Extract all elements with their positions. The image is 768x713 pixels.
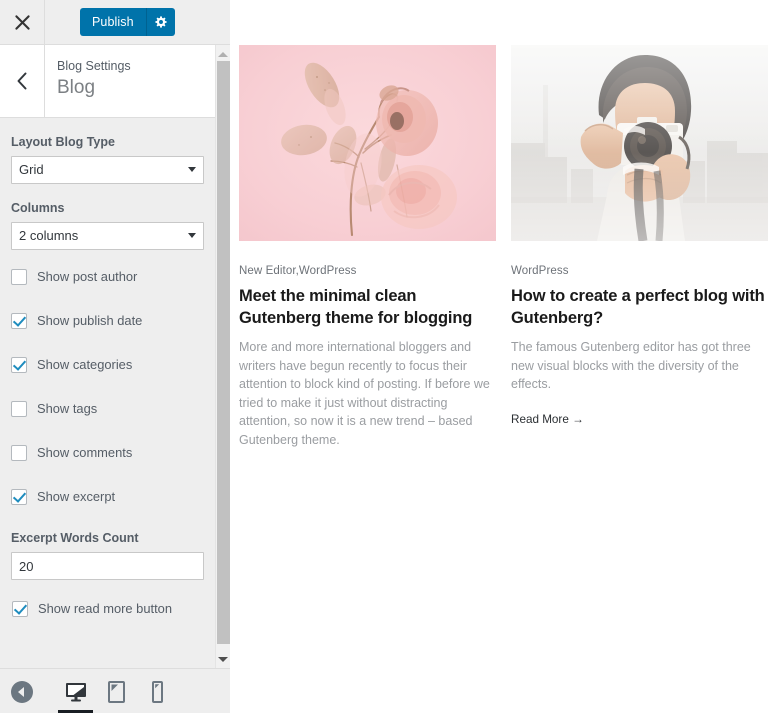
checkbox-label: Show excerpt	[37, 489, 116, 504]
checkbox-show-excerpt[interactable]	[11, 489, 27, 505]
gear-icon[interactable]	[145, 8, 175, 36]
excerpt-words-count-label: Excerpt Words Count	[11, 531, 139, 545]
checkbox-show-comments[interactable]	[11, 445, 27, 461]
post-title[interactable]: How to create a perfect blog with Gutenb…	[511, 286, 768, 329]
customizer-sidebar: Publish Blog Settings Blog Layout Blog T…	[0, 0, 230, 713]
tablet-icon	[108, 680, 125, 703]
publish-button[interactable]: Publish	[80, 8, 146, 36]
checkbox-label: Show tags	[37, 401, 98, 416]
device-button-tablet[interactable]	[96, 669, 137, 713]
blog-post-card[interactable]: WordPress How to create a perfect blog w…	[511, 45, 768, 449]
read-more-link[interactable]: Read More →	[511, 413, 584, 426]
publish-button-group: Publish	[80, 8, 175, 36]
checkbox-show-categories[interactable]	[11, 357, 27, 373]
page-title: Blog	[57, 77, 96, 98]
blog-post-card[interactable]: New Editor,WordPress Meet the minimal cl…	[239, 45, 496, 449]
checkbox-label: Show post author	[37, 269, 138, 284]
layout-blog-type-select[interactable]: GridListMasonry	[11, 156, 204, 184]
checkbox-show-read-more-button[interactable]	[12, 601, 28, 617]
scroll-up-arrow-icon[interactable]	[216, 47, 230, 61]
device-button-desktop[interactable]	[55, 669, 96, 713]
checkbox-list: Show post author Show publish date Show ca…	[11, 266, 204, 508]
checkbox-show-post-author[interactable]	[11, 269, 27, 285]
post-thumbnail-photographer[interactable]	[511, 45, 768, 241]
columns-label: Columns	[11, 201, 65, 215]
post-categories[interactable]: WordPress	[511, 264, 768, 279]
mobile-icon	[152, 680, 163, 703]
breadcrumb: Blog Settings	[57, 59, 131, 73]
columns-control: 1 column2 columns3 columns4 columns	[11, 222, 204, 250]
scroll-down-arrow-icon[interactable]	[216, 652, 230, 666]
layout-blog-type-label: Layout Blog Type	[11, 135, 115, 149]
desktop-icon	[65, 682, 86, 701]
close-icon[interactable]	[0, 0, 45, 44]
post-thumbnail-dried-rose[interactable]	[239, 45, 496, 241]
sidebar-scrollbar[interactable]	[215, 45, 230, 668]
panel-header: Blog Settings Blog	[0, 45, 215, 118]
collapse-arrow-icon[interactable]	[11, 681, 33, 703]
checkbox-show-tags[interactable]	[11, 401, 27, 417]
blog-post-grid: New Editor,WordPress Meet the minimal cl…	[239, 45, 768, 449]
scrollbar-thumb[interactable]	[217, 61, 230, 644]
layout-blog-type-control: GridListMasonry	[11, 156, 204, 184]
post-excerpt: More and more international bloggers and…	[239, 340, 490, 447]
site-preview-frame: New Editor,WordPress Meet the minimal cl…	[230, 0, 768, 713]
checkbox-row-show-comments[interactable]: Show comments	[11, 442, 204, 464]
device-preview-buttons	[55, 669, 178, 713]
columns-select[interactable]: 1 column2 columns3 columns4 columns	[11, 222, 204, 250]
checkbox-row-show-read-more-button[interactable]: Show read more button	[12, 598, 204, 620]
customizer-footer	[0, 668, 230, 713]
excerpt-words-count-input[interactable]	[11, 552, 204, 580]
checkbox-row-show-tags[interactable]: Show tags	[11, 398, 204, 420]
checkbox-row-show-post-author[interactable]: Show post author	[11, 266, 204, 288]
checkbox-label: Show publish date	[37, 313, 143, 328]
checkbox-label: Show read more button	[38, 601, 172, 616]
post-excerpt: The famous Gutenberg editor has got thre…	[511, 340, 751, 391]
device-button-mobile[interactable]	[137, 669, 178, 713]
checkbox-label: Show comments	[37, 445, 133, 460]
checkbox-show-publish-date[interactable]	[11, 313, 27, 329]
checkbox-row-show-publish-date[interactable]: Show publish date	[11, 310, 204, 332]
customizer-app: Publish Blog Settings Blog Layout Blog T…	[0, 0, 768, 713]
customizer-topbar: Publish	[0, 0, 230, 45]
settings-list: Layout Blog Type GridListMasonry Columns…	[0, 118, 215, 668]
post-categories[interactable]: New Editor,WordPress	[239, 264, 496, 279]
chevron-left-icon[interactable]	[0, 45, 45, 117]
post-title[interactable]: Meet the minimal clean Gutenberg theme f…	[239, 286, 496, 329]
checkbox-label: Show categories	[37, 357, 133, 372]
checkbox-row-show-excerpt[interactable]: Show excerpt	[11, 486, 204, 508]
checkbox-row-show-categories[interactable]: Show categories	[11, 354, 204, 376]
panel-titles: Blog Settings Blog	[45, 45, 131, 117]
